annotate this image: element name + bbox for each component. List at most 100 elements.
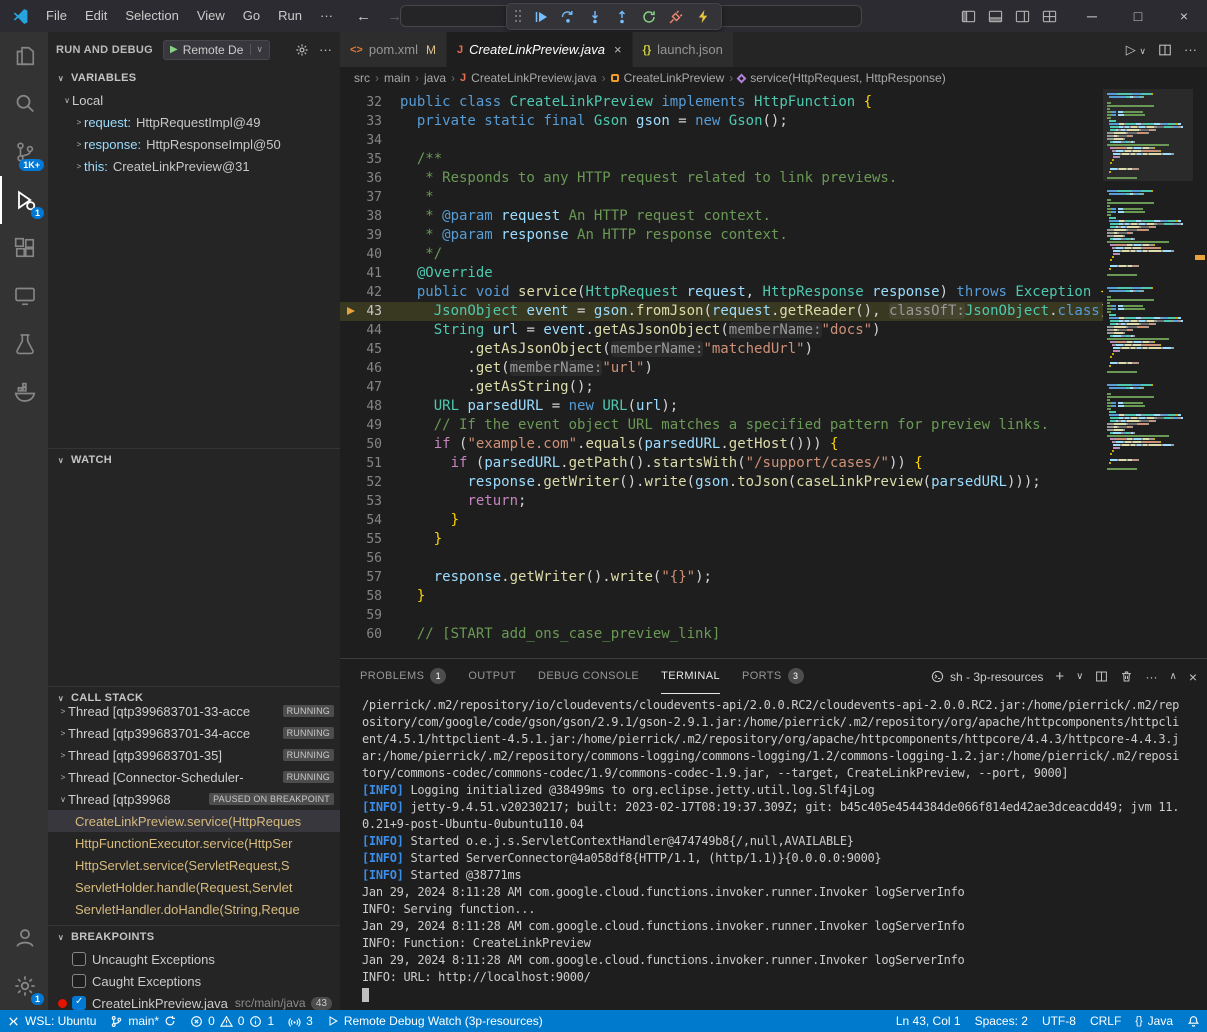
continue-button[interactable] [531,7,551,27]
activity-source-control[interactable]: 1K+ [0,128,48,176]
hot-code-replace-button[interactable] [693,7,713,27]
activity-run-debug[interactable]: 1 [0,176,48,224]
code-line[interactable]: 58 } [340,587,1103,606]
code-line[interactable]: 43 JsonObject event = gson.fromJson(requ… [340,302,1103,321]
tab-terminal[interactable]: TERMINAL [661,660,720,694]
overview-ruler[interactable] [1193,89,1207,658]
breadcrumb-item[interactable]: CreateLinkPreview [624,71,725,85]
code-editor[interactable]: 32public class CreateLinkPreview impleme… [340,89,1207,658]
activity-explorer[interactable] [0,32,48,80]
minimize-button[interactable]: ─ [1069,0,1115,32]
variable-row[interactable]: > this: CreateLinkPreview@31 [48,155,340,177]
watch-section-header[interactable]: ∨ WATCH [48,449,340,471]
close-panel-icon[interactable]: × [1189,669,1197,685]
breadcrumb-item[interactable]: CreateLinkPreview.java [471,71,596,85]
close-tab-icon[interactable]: × [614,42,622,57]
more-actions-icon[interactable]: ··· [1184,42,1197,57]
menu-[interactable]: ··· [311,8,342,23]
ports-indicator[interactable]: 3 [281,1010,320,1032]
variable-row[interactable]: > request: HttpRequestImpl@49 [48,111,340,133]
remote-indicator[interactable]: WSL: Ubuntu [0,1010,103,1032]
scope-local-row[interactable]: ∨ Local [48,89,340,111]
activity-settings[interactable]: 1 [0,962,48,1010]
step-into-button[interactable] [585,7,605,27]
more-actions-icon[interactable]: ··· [319,42,332,57]
terminal-output[interactable]: /pierrick/.m2/repository/io/cloudevents/… [340,694,1207,1010]
thread-row[interactable]: >Thread [qtp399683701-33-acceRUNNING [48,700,340,722]
code-line[interactable]: 50 if ("example.com".equals(parsedURL.ge… [340,435,1103,454]
customize-layout-icon[interactable] [1042,9,1057,24]
code-line[interactable]: 46 .get(memberName:"url") [340,359,1103,378]
stack-frame-row[interactable]: HttpServlet.service(ServletRequest,S [48,854,340,876]
kill-terminal-icon[interactable] [1120,670,1133,683]
code-line[interactable]: 53 return; [340,492,1103,511]
stack-frame-row[interactable]: HttpFunctionExecutor.service(HttpSer [48,832,340,854]
activity-accounts[interactable] [0,914,48,962]
thread-row[interactable]: ∨Thread [qtp39968PAUSED ON BREAKPOINT [48,788,340,810]
debug-session-indicator[interactable]: Remote Debug Watch (3p-resources) [320,1010,550,1032]
split-terminal-icon[interactable] [1095,670,1108,683]
code-line[interactable]: 33 private static final Gson gson = new … [340,112,1103,131]
code-line[interactable]: 36 * Responds to any HTTP request relate… [340,169,1103,188]
launch-configuration-dropdown[interactable]: ▶ Remote De ∨ [163,40,270,60]
stack-frame-row[interactable]: ServletHandler.doHandle(String,Reque [48,898,340,920]
problems-indicator[interactable]: 0 0 1 [183,1010,281,1032]
new-terminal-icon[interactable]: + [1055,668,1064,685]
tab-problems[interactable]: PROBLEMS 1 [360,660,446,694]
branch-indicator[interactable]: main* [103,1010,183,1032]
debug-settings-gear-icon[interactable] [295,43,309,57]
code-line[interactable]: 44 String url = event.getAsJsonObject(me… [340,321,1103,340]
breakpoint-row-file[interactable]: CreateLinkPreview.java src/main/java 43 [48,992,340,1010]
file-breakpoint-checkbox[interactable] [72,996,86,1010]
breadcrumb-item[interactable]: service(HttpRequest, HttpResponse) [750,71,945,85]
toggle-secondary-sidebar-icon[interactable] [1015,9,1030,24]
activity-extensions[interactable] [0,224,48,272]
maximize-panel-icon[interactable]: ∧ [1169,671,1176,682]
activity-remote-explorer[interactable] [0,272,48,320]
indentation[interactable]: Spaces: 2 [968,1010,1035,1032]
stack-frame-row[interactable]: CreateLinkPreview.service(HttpReques [48,810,340,832]
code-line[interactable]: 56 [340,549,1103,568]
step-over-button[interactable] [558,7,578,27]
encoding[interactable]: UTF-8 [1035,1010,1083,1032]
tab-debug-console[interactable]: DEBUG CONSOLE [538,660,639,694]
tab-pom-xml[interactable]: <> pom.xml M [340,32,447,67]
code-line[interactable]: 38 * @param request An HTTP request cont… [340,207,1103,226]
more-actions-icon[interactable]: ··· [1145,670,1157,684]
eol-sequence[interactable]: CRLF [1083,1010,1128,1032]
drag-handle[interactable] [515,10,522,23]
code-line[interactable]: 35 /** [340,150,1103,169]
menu-edit[interactable]: Edit [76,8,116,23]
activity-search[interactable] [0,80,48,128]
tab-output[interactable]: OUTPUT [468,660,516,694]
breadcrumb-item[interactable]: src [354,71,370,85]
minimap[interactable] [1103,89,1193,658]
cursor-position[interactable]: Ln 43, Col 1 [889,1010,968,1032]
breadcrumb-item[interactable]: java [424,71,446,85]
menu-selection[interactable]: Selection [116,8,187,23]
breakpoint-row-uncaught-exceptions[interactable]: Uncaught Exceptions [48,948,340,970]
breakpoint-row-caught-exceptions[interactable]: Caught Exceptions [48,970,340,992]
tab-ports[interactable]: PORTS 3 [742,660,804,694]
terminal-dropdown-icon[interactable]: ∨ [1076,671,1083,682]
thread-row[interactable]: >Thread [Connector-Scheduler-RUNNING [48,766,340,788]
thread-row[interactable]: >Thread [qtp399683701-34-acceRUNNING [48,722,340,744]
code-line[interactable]: 34 [340,131,1103,150]
terminal-instance-select[interactable]: sh - 3p-resources [931,670,1043,684]
code-line[interactable]: 41 @Override [340,264,1103,283]
start-debug-icon[interactable]: ▶ [170,44,178,55]
maximize-button[interactable]: □ [1115,0,1161,32]
notifications-bell[interactable] [1180,1010,1207,1032]
toggle-sidebar-icon[interactable] [961,9,976,24]
breakpoints-section-header[interactable]: ∨ BREAKPOINTS [48,926,340,948]
stack-frame-row[interactable]: ServletHolder.handle(Request,Servlet [48,876,340,898]
code-line[interactable]: 52 response.getWriter().write(gson.toJso… [340,473,1103,492]
code-line[interactable]: 37 * [340,188,1103,207]
split-editor-icon[interactable] [1158,43,1172,57]
code-line[interactable]: 45 .getAsJsonObject(memberName:"matchedU… [340,340,1103,359]
code-line[interactable]: 55 } [340,530,1103,549]
breadcrumb-item[interactable]: main [384,71,410,85]
step-out-button[interactable] [612,7,632,27]
close-window-button[interactable]: × [1161,0,1207,32]
code-line[interactable]: 57 response.getWriter().write("{}"); [340,568,1103,587]
